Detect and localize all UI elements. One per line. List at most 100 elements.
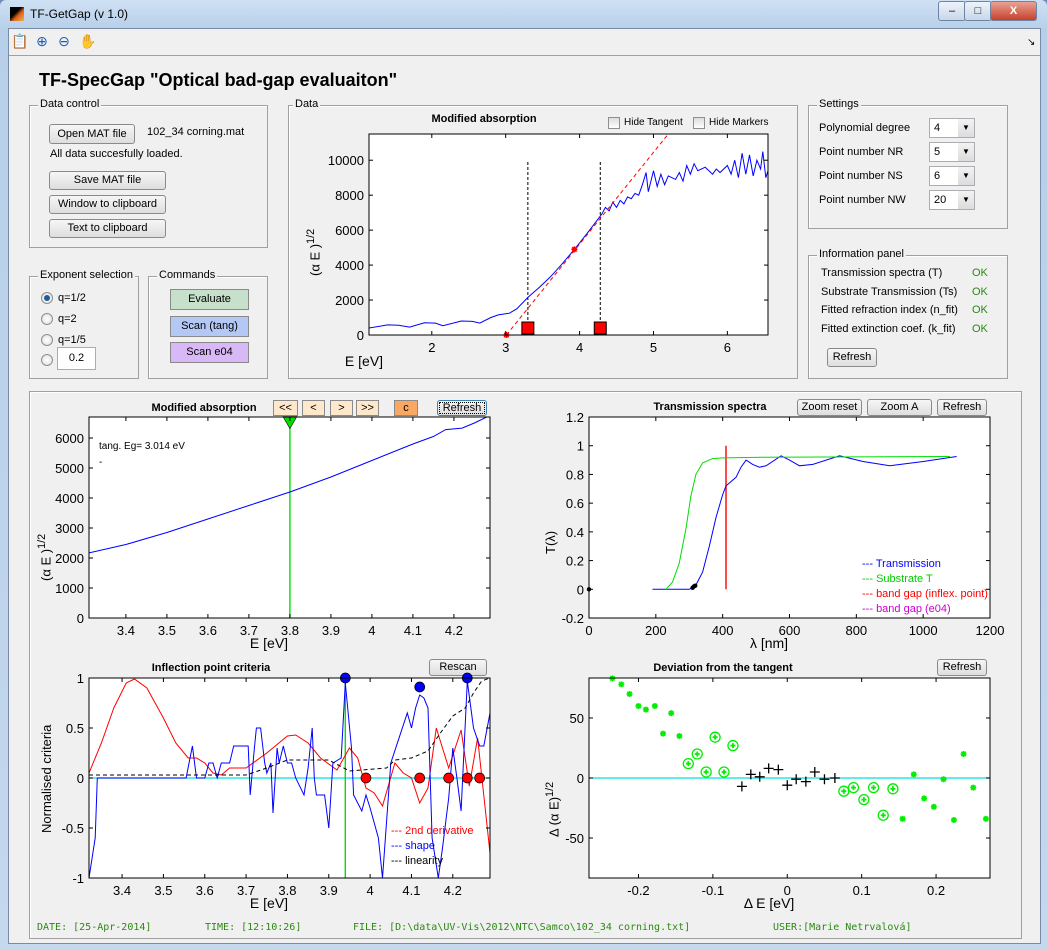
legend-entry: --- shape	[391, 840, 436, 852]
radio-custom[interactable]	[41, 354, 53, 366]
nav-first-button[interactable]: <<	[273, 400, 298, 416]
matlab-logo-icon	[10, 7, 24, 21]
setting-label: Polynomial degree	[819, 122, 911, 134]
x-tick-label: 800	[845, 623, 867, 638]
minimize-button[interactable]: –	[938, 1, 966, 21]
title-bar[interactable]: TF-GetGap (v 1.0) – □ X	[0, 0, 1047, 28]
data-cursor-icon[interactable]: 📋	[11, 32, 29, 50]
square-marker	[593, 321, 607, 335]
rescan-button[interactable]: Rescan	[429, 659, 487, 676]
info-status: OK	[972, 304, 988, 316]
chevron-down-icon: ▼	[958, 167, 974, 185]
x-tick-label: 3.4	[117, 623, 135, 638]
file-name: 102_34 corning.mat	[147, 126, 245, 138]
point-number-nw-select[interactable]: 20 ▼	[929, 190, 975, 210]
y-axis-label-main: Δ (α E)	[546, 796, 562, 837]
radio-q-2[interactable]	[41, 313, 53, 325]
nav-last-button[interactable]: >>	[356, 400, 379, 416]
open-mat-file-button[interactable]: Open MAT file	[49, 124, 135, 144]
scan-e04-button[interactable]: Scan e04	[170, 342, 249, 363]
info-refresh-button[interactable]: Refresh	[827, 348, 877, 367]
maximize-button[interactable]: □	[964, 1, 992, 21]
radio-q-1-5[interactable]	[41, 334, 53, 346]
panel-legend: Settings	[817, 98, 861, 110]
radio-q-1-2[interactable]	[41, 292, 53, 304]
setting-label: Point number NS	[819, 170, 903, 182]
deviation-refresh-button[interactable]: Refresh	[937, 659, 987, 676]
y-tick-label: 0	[77, 611, 84, 626]
scan-tang-button[interactable]: Scan (tang)	[170, 316, 249, 337]
y-tick-label: 0.2	[566, 554, 584, 569]
y-tick-label: -0.5	[62, 821, 84, 836]
x-tick-label: 3	[502, 340, 509, 355]
star-marker	[899, 815, 906, 822]
y-tick-label: 0.8	[566, 467, 584, 482]
y-tick-label: -0.2	[562, 611, 584, 626]
c-button[interactable]: c	[394, 400, 418, 416]
plot-area	[369, 134, 768, 335]
radio-label: q=1/5	[58, 334, 86, 346]
hide-markers-checkbox[interactable]	[693, 117, 705, 129]
star-marker	[668, 710, 675, 717]
info-label: Fitted refraction index (n_fit)	[821, 304, 958, 316]
y-tick-label: -1	[72, 871, 84, 886]
legend-label: Transmission	[875, 558, 941, 570]
point-number-nr-select[interactable]: 5 ▼	[929, 142, 975, 162]
x-tick-label: 3.8	[281, 623, 299, 638]
zoom-out-icon[interactable]: ⊖	[55, 32, 73, 50]
point-number-ns-select[interactable]: 6 ▼	[929, 166, 975, 186]
save-mat-file-button[interactable]: Save MAT file	[49, 171, 166, 190]
chevron-down-icon: ▼	[958, 119, 974, 137]
x-axis-label: E [eV]	[344, 353, 384, 369]
evaluate-button[interactable]: Evaluate	[170, 289, 249, 310]
star-marker	[676, 732, 683, 739]
hide-tangent-checkbox[interactable]	[608, 117, 620, 129]
x-tick-label: 3.5	[154, 883, 172, 898]
x-tick-label: 0	[585, 623, 592, 638]
x-tick-label: 4.2	[445, 623, 463, 638]
circle-marker	[414, 681, 426, 693]
zoom-in-icon[interactable]: ⊕	[33, 32, 51, 50]
select-value: 20	[934, 194, 947, 206]
dock-arrow-icon[interactable]: ↘	[1027, 37, 1035, 48]
y-tick-label: 0.6	[566, 496, 584, 511]
legend-entry: --- band gap (e04)	[862, 603, 951, 615]
legend-entry: --- 2nd derivative	[391, 825, 474, 837]
data-control-panel: Data control Open MAT file 102_34 cornin…	[29, 98, 268, 248]
y-tick-label: 50	[570, 711, 584, 726]
custom-exponent-input[interactable]: 0.2	[57, 347, 96, 370]
transmission-refresh-button[interactable]: Refresh	[937, 399, 987, 416]
info-label: Substrate Transmission (Ts)	[821, 286, 958, 298]
deviation-tangent-chart[interactable]: -0.2 -0.1 0 0.1 0.2 -50 0 50	[565, 675, 991, 898]
legend-entry: --- linearity	[391, 855, 443, 867]
star-marker	[960, 750, 967, 757]
zoom-a-button[interactable]: Zoom A	[867, 399, 932, 416]
star-marker	[635, 702, 642, 709]
x-tick-label: 3.9	[320, 883, 338, 898]
settings-panel: Settings Polynomial degree 4 ▼ Point numb…	[808, 98, 1008, 229]
y-tick-label: 4000	[335, 258, 364, 273]
legend-entry: --- Transmission	[862, 558, 941, 570]
modified-absorption-refresh-button[interactable]: Refresh	[437, 400, 487, 416]
x-tick-label: 3.6	[199, 623, 217, 638]
legend-entry: --- Substrate T	[862, 573, 933, 585]
status-label: TIME:	[205, 922, 236, 933]
close-button[interactable]: X	[990, 1, 1037, 21]
toolbar: 📋 ⊕ ⊖ ✋ ↘	[9, 29, 1040, 56]
star-marker	[930, 803, 937, 810]
status-value: [25-Apr-2014]	[73, 922, 152, 933]
star-marker	[618, 681, 625, 688]
modified-absorption-overview-chart[interactable]: 2 3 4 5 6 0 2000 4000 6000 8000 10000	[328, 133, 769, 355]
text-to-clipboard-button[interactable]: Text to clipboard	[49, 219, 166, 238]
y-tick-label: 8000	[335, 188, 364, 203]
y-tick-label: 4000	[55, 491, 84, 506]
window-to-clipboard-button[interactable]: Window to clipboard	[49, 195, 166, 214]
nav-prev-button[interactable]: <	[302, 400, 325, 416]
zoom-reset-button[interactable]: Zoom reset	[797, 399, 862, 416]
info-status: OK	[972, 267, 988, 279]
polynomial-degree-select[interactable]: 4 ▼	[929, 118, 975, 138]
nav-next-button[interactable]: >	[330, 400, 353, 416]
pan-hand-icon[interactable]: ✋	[79, 32, 97, 50]
x-tick-label: 200	[645, 623, 667, 638]
checkbox-label: Hide Markers	[709, 117, 769, 128]
